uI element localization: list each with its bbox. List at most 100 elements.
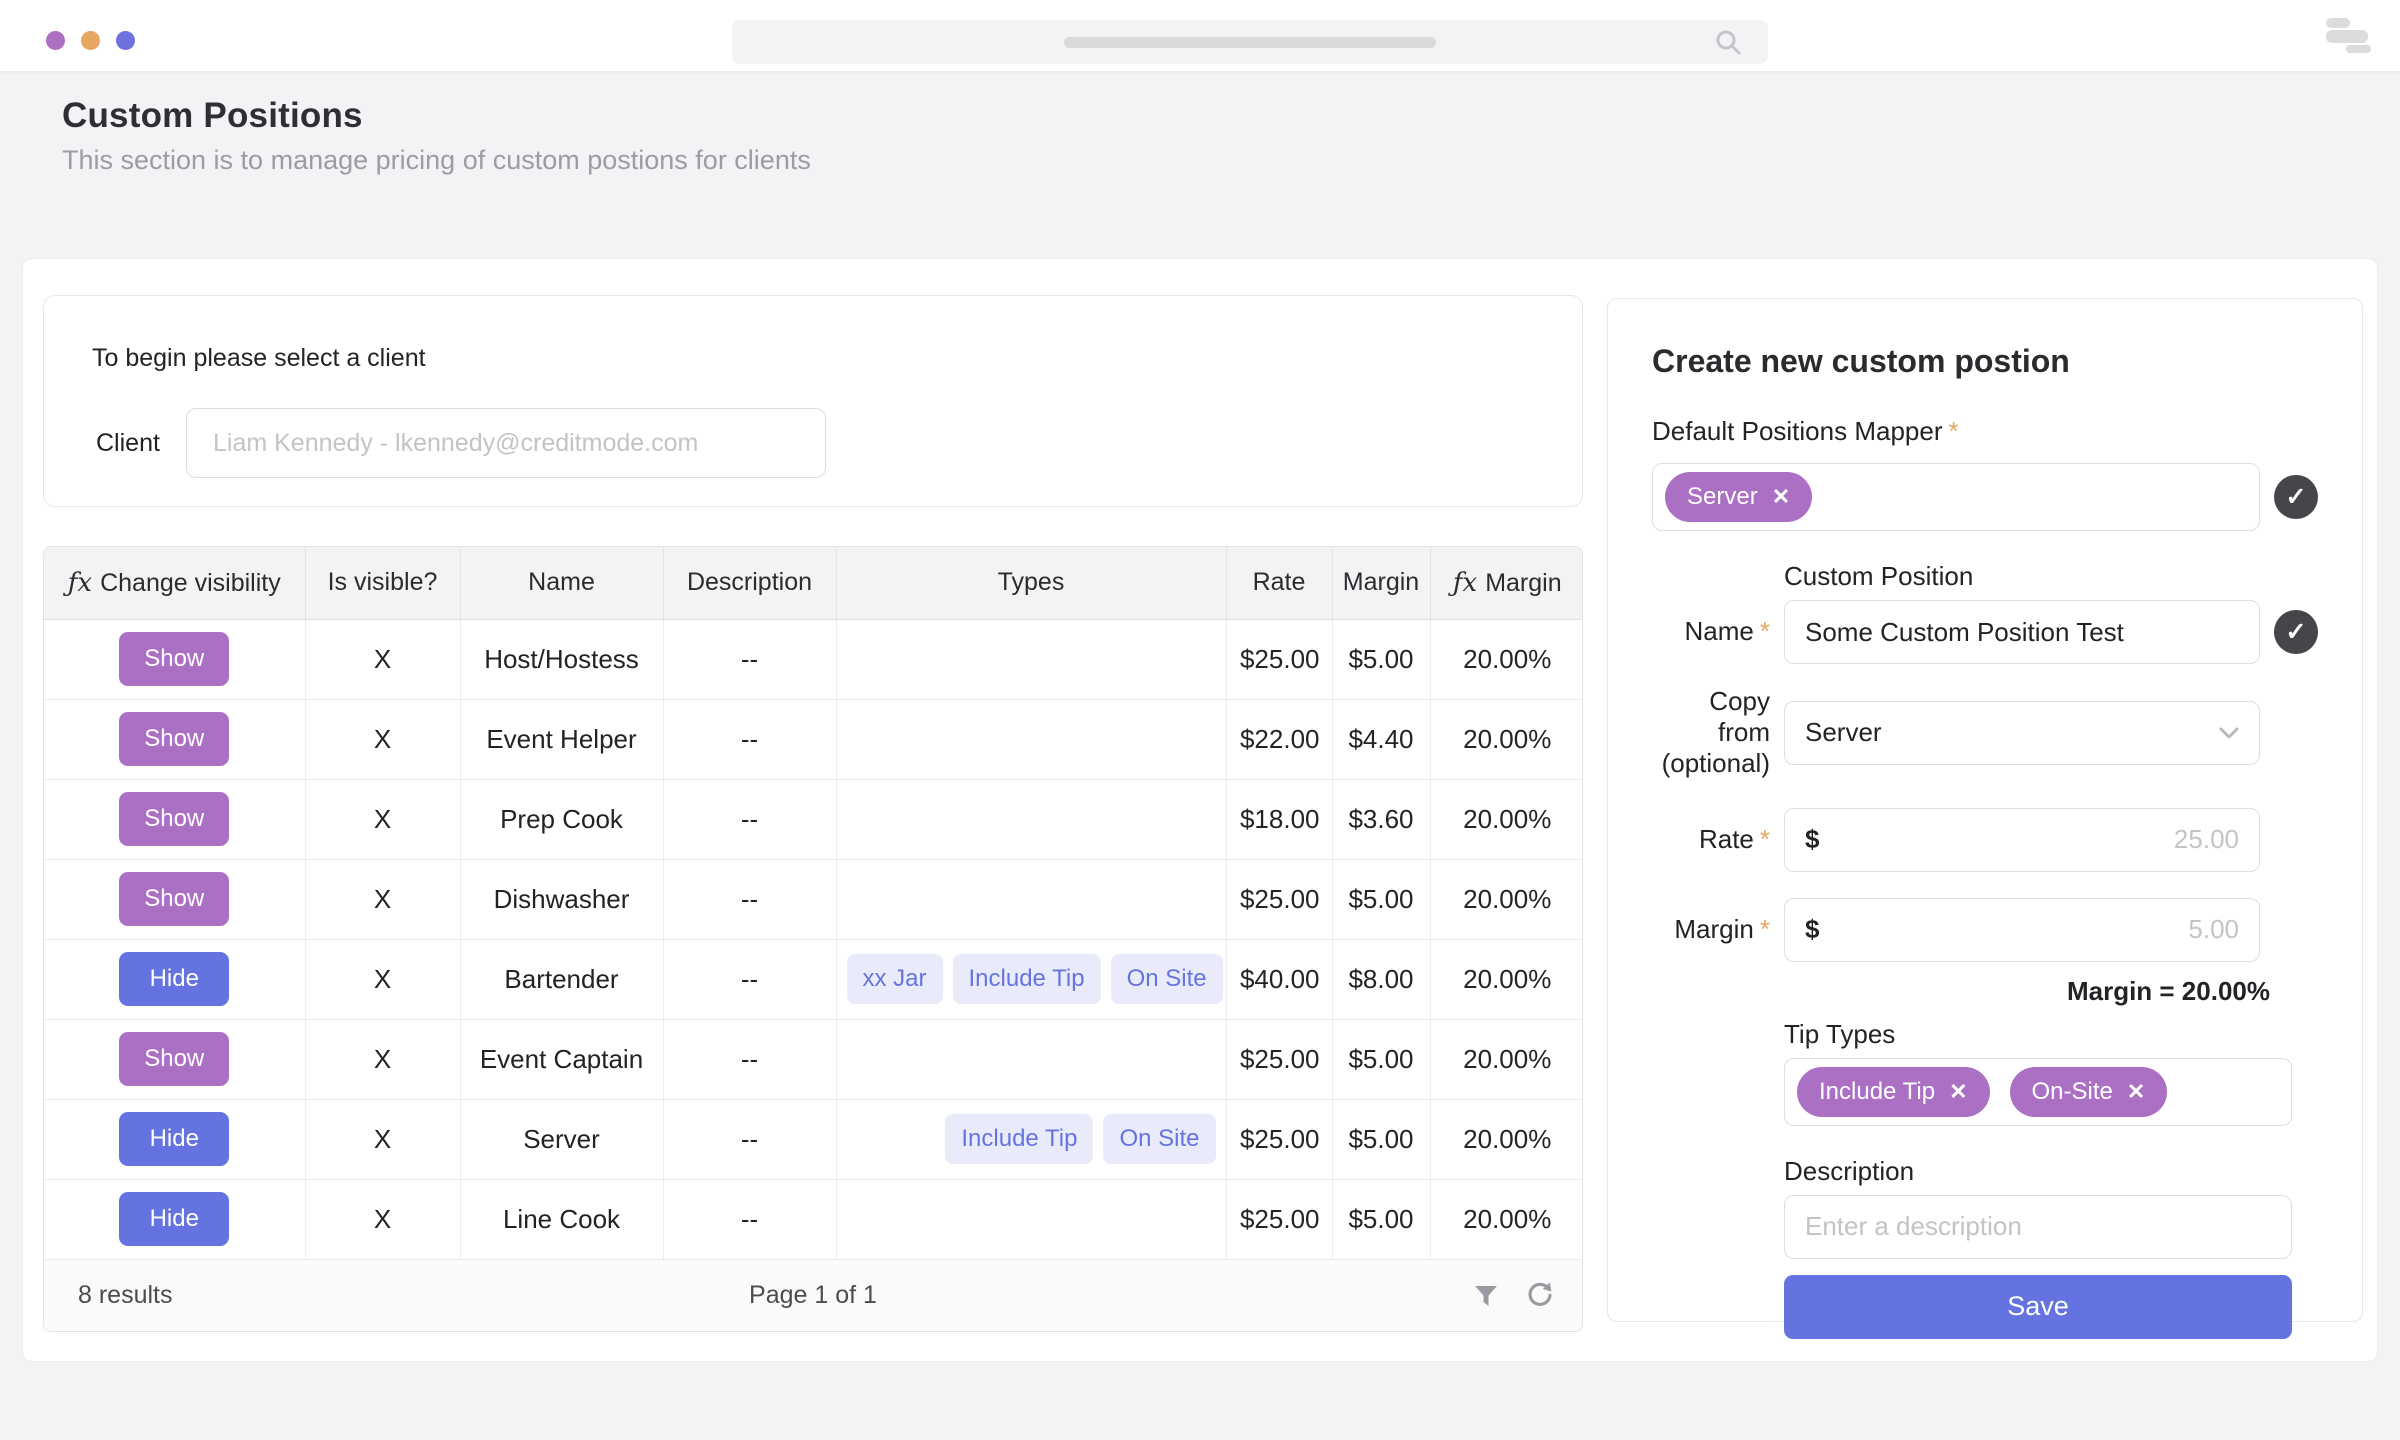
description-input[interactable]	[1805, 1211, 2271, 1242]
visibility-toggle-button[interactable]: Show	[119, 712, 229, 766]
fx-margin-cell: 20.00%	[1430, 699, 1583, 779]
client-selector-panel: To begin please select a client Client	[43, 295, 1583, 507]
margin-cell: $3.60	[1332, 779, 1430, 859]
fx-margin-cell: 20.00%	[1430, 1019, 1583, 1099]
is-visible-cell: X	[305, 699, 460, 779]
copy-from-value: Server	[1805, 717, 1882, 748]
window-titlebar	[0, 0, 2400, 72]
margin-cell: $5.00	[1332, 1019, 1430, 1099]
margin-cell: $5.00	[1332, 1099, 1430, 1179]
name-cell: Event Captain	[460, 1019, 663, 1099]
header-name: Name	[460, 547, 663, 619]
mapper-chip-server: Server ✕	[1665, 472, 1812, 522]
types-cell	[836, 619, 1226, 699]
description-cell: --	[663, 699, 836, 779]
rate-input[interactable]	[1831, 824, 2239, 855]
chip-close-icon[interactable]: ✕	[1772, 484, 1790, 510]
save-button[interactable]: Save	[1784, 1275, 2292, 1339]
client-input[interactable]	[186, 408, 826, 478]
name-cell: Host/Hostess	[460, 619, 663, 699]
search-bar[interactable]	[732, 20, 1768, 64]
margin-label: Margin*	[1652, 914, 1770, 945]
description-field	[1784, 1195, 2292, 1259]
types-cell	[836, 699, 1226, 779]
description-cell: --	[663, 1019, 836, 1099]
name-label: Name*	[1652, 616, 1770, 647]
visibility-toggle-button[interactable]: Show	[119, 872, 229, 926]
name-input[interactable]	[1805, 617, 2239, 648]
visibility-toggle-button[interactable]: Hide	[119, 1192, 229, 1246]
type-tag: On Site	[1111, 954, 1223, 1004]
types-cell: xx JarInclude TipOn Site	[836, 939, 1226, 1019]
description-cell: --	[663, 619, 836, 699]
margin-cell: $5.00	[1332, 619, 1430, 699]
description-cell: --	[663, 779, 836, 859]
is-visible-cell: X	[305, 1019, 460, 1099]
header-margin: Margin	[1332, 547, 1430, 619]
type-tag: Include Tip	[953, 954, 1101, 1004]
margin-computed-hint: Margin = 20.00%	[1652, 976, 2270, 1007]
rate-field: $	[1784, 808, 2260, 872]
rate-label: Rate*	[1652, 824, 1770, 855]
visibility-cell: Show	[44, 779, 305, 859]
required-marker: *	[1760, 914, 1770, 944]
chip-close-icon[interactable]: ✕	[2127, 1079, 2145, 1105]
search-text-redacted	[1064, 37, 1436, 48]
is-visible-cell: X	[305, 619, 460, 699]
window-dot-indigo[interactable]	[116, 31, 135, 50]
visibility-cell: Show	[44, 619, 305, 699]
window-dot-purple[interactable]	[46, 31, 65, 50]
rate-cell: $25.00	[1226, 1099, 1332, 1179]
visibility-toggle-button[interactable]: Show	[119, 1032, 229, 1086]
table-row: ShowXDishwasher--$25.00$5.0020.00%	[44, 859, 1583, 939]
menu-icon[interactable]	[2324, 16, 2372, 56]
search-icon	[1715, 29, 1742, 56]
table-row: Show XEvent Captain-- $25.00$5.0020.00%	[44, 1019, 1583, 1099]
margin-field: $	[1784, 898, 2260, 962]
header-types: Types	[836, 547, 1226, 619]
name-cell: Dishwasher	[460, 859, 663, 939]
custom-position-label: Custom Position	[1784, 561, 2318, 592]
name-cell: Bartender	[460, 939, 663, 1019]
header-rate: Rate	[1226, 547, 1332, 619]
type-tag: Include Tip	[945, 1114, 1093, 1164]
visibility-toggle-button[interactable]: Hide	[119, 952, 229, 1006]
visibility-toggle-button[interactable]: Hide	[119, 1112, 229, 1166]
fx-margin-cell: 20.00%	[1430, 859, 1583, 939]
copy-from-select[interactable]: Server	[1784, 701, 2260, 765]
types-cell: Include TipOn Site	[836, 1099, 1226, 1179]
is-visible-cell: X	[305, 859, 460, 939]
rate-cell: $25.00	[1226, 1019, 1332, 1099]
tip-types-input[interactable]: Include Tip✕On-Site✕	[1784, 1058, 2292, 1126]
page-header: Custom Positions This section is to mana…	[62, 96, 811, 176]
refresh-icon[interactable]	[1526, 1282, 1554, 1310]
rate-cell: $25.00	[1226, 859, 1332, 939]
table-header-row: ƒxChange visibility Is visible? Name Des…	[44, 547, 1583, 619]
name-cell: Line Cook	[460, 1179, 663, 1259]
filter-icon[interactable]	[1474, 1285, 1498, 1307]
create-position-panel: Create new custom postion Default Positi…	[1607, 298, 2363, 1322]
rate-cell: $25.00	[1226, 1179, 1332, 1259]
client-selector-heading: To begin please select a client	[92, 344, 426, 373]
mapper-label: Default Positions Mapper*	[1652, 416, 2318, 447]
fx-margin-cell: 20.00%	[1430, 939, 1583, 1019]
type-tag: xx Jar	[847, 954, 943, 1004]
fx-margin-cell: 20.00%	[1430, 779, 1583, 859]
mapper-input[interactable]: Server ✕	[1652, 463, 2260, 531]
window-dot-orange[interactable]	[81, 31, 100, 50]
margin-cell: $5.00	[1332, 1179, 1430, 1259]
description-label: Description	[1784, 1156, 2318, 1187]
visibility-cell: Show	[44, 859, 305, 939]
rate-cell: $40.00	[1226, 939, 1332, 1019]
visibility-toggle-button[interactable]: Show	[119, 632, 229, 686]
chip-close-icon[interactable]: ✕	[1949, 1079, 1967, 1105]
tip-type-chip: Include Tip✕	[1797, 1067, 1990, 1117]
name-field	[1784, 600, 2260, 664]
description-cell: --	[663, 1099, 836, 1179]
visibility-cell: Hide	[44, 1179, 305, 1259]
margin-input[interactable]	[1831, 914, 2239, 945]
visibility-toggle-button[interactable]: Show	[119, 792, 229, 846]
header-change-visibility: ƒxChange visibility	[44, 547, 305, 619]
description-cell: --	[663, 1179, 836, 1259]
valid-check-icon: ✓	[2274, 610, 2318, 654]
